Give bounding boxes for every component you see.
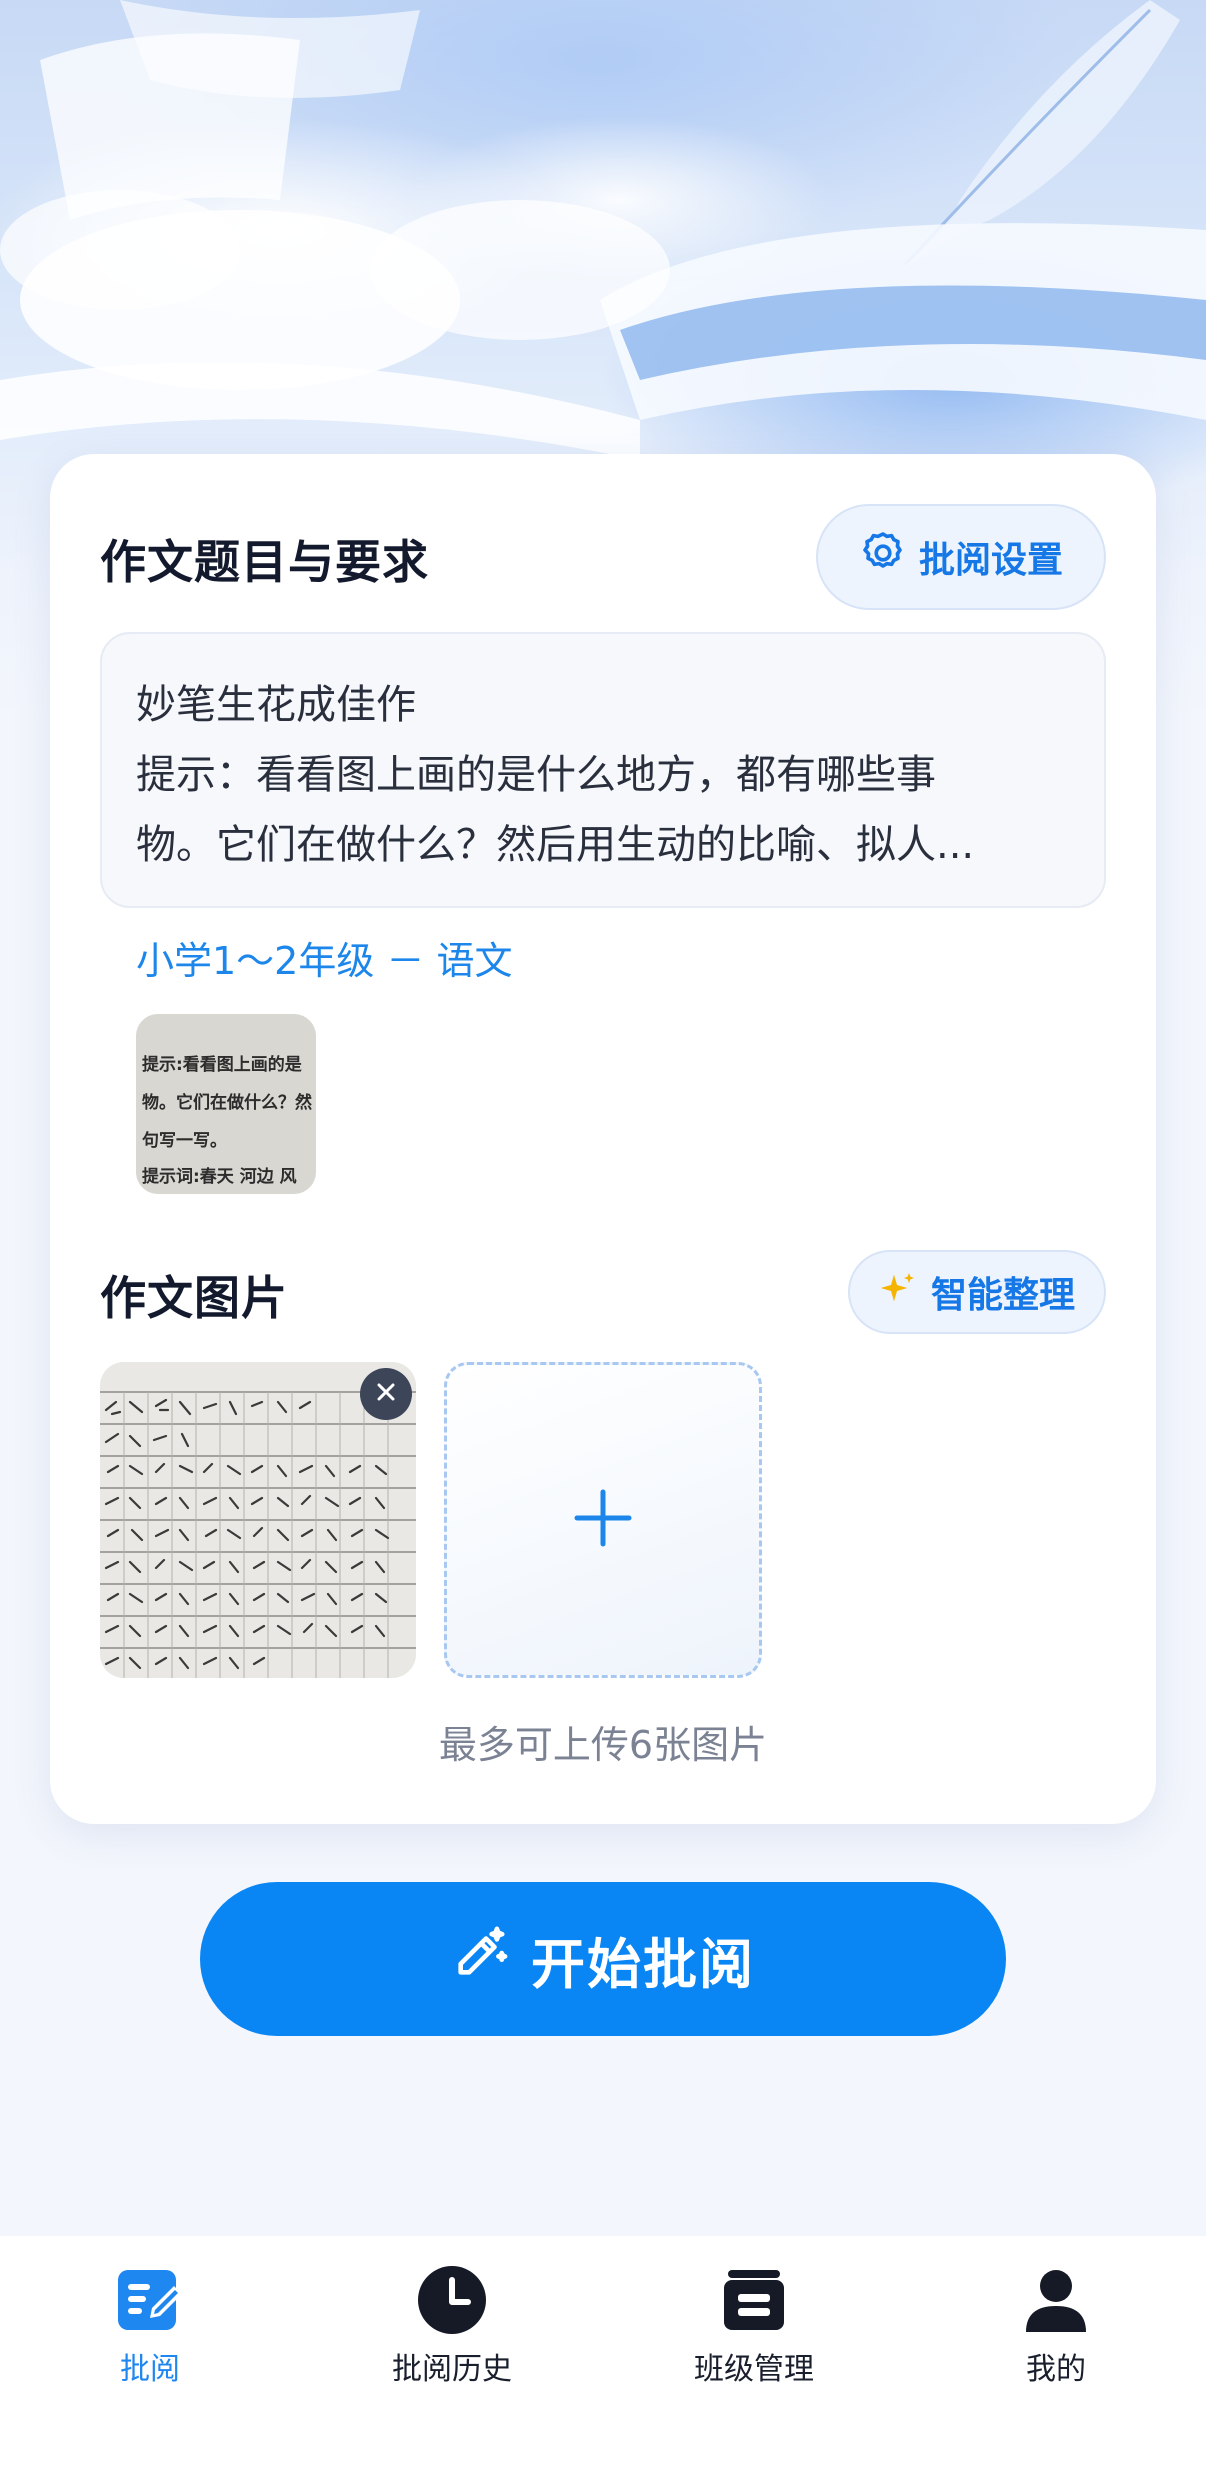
tab-review[interactable]: 批阅 — [0, 2264, 300, 2388]
tab-review-history[interactable]: 批阅历史 — [302, 2264, 602, 2388]
tab-class-management[interactable]: 班级管理 — [604, 2264, 904, 2388]
prompt-image-line: 提示词:春天 河边 风 — [142, 1167, 297, 1187]
user-icon — [1020, 2264, 1092, 2336]
prompt-image-line: 提示:看看图上画的是 — [142, 1055, 302, 1075]
bottom-tab-bar: 批阅 批阅历史 班级管理 我的 — [0, 2236, 1206, 2489]
topic-prompt-image[interactable]: 提示:看看图上画的是 物。它们在做什么？然 句写一写。 提示词:春天 河边 风 — [136, 1014, 316, 1194]
smart-organize-label: 智能整理 — [930, 1275, 1075, 1316]
magic-pen-icon — [451, 1924, 509, 1995]
review-settings-label: 批阅设置 — [918, 540, 1063, 581]
topic-content-box[interactable]: 妙笔生花成佳作 提示：看看图上画的是什么地方，都有哪些事 物。它们在做什么？然后… — [100, 632, 1106, 908]
review-settings-button[interactable]: 批阅设置 — [816, 504, 1106, 610]
tab-review-history-label: 批阅历史 — [392, 2352, 512, 2387]
topic-section-title: 作文题目与要求 — [100, 535, 429, 589]
smart-organize-button[interactable]: 智能整理 — [848, 1250, 1106, 1334]
start-review-label: 开始批阅 — [531, 1932, 755, 1996]
class-icon — [718, 2264, 790, 2336]
main-card: 作文题目与要求 批阅设置 妙笔生花成佳作 提示：看看图上画的是什么地方，都有哪些… — [50, 454, 1156, 1824]
edit-doc-icon — [114, 2264, 186, 2336]
topic-hint-line1: 提示：看看图上画的是什么地方，都有哪些事 — [136, 752, 936, 798]
tab-class-management-label: 班级管理 — [694, 2352, 814, 2387]
sparkle-icon — [879, 1268, 919, 1317]
essay-section-title: 作文图片 — [100, 1271, 288, 1325]
grade-subject-link[interactable]: 小学1～2年级 － 语文 — [136, 930, 513, 985]
gear-icon — [859, 529, 907, 586]
tab-profile[interactable]: 我的 — [906, 2264, 1206, 2388]
clock-icon — [416, 2264, 488, 2336]
remove-image-button[interactable] — [360, 1368, 412, 1420]
prompt-image-line: 句写一写。 — [142, 1131, 227, 1151]
start-review-button[interactable]: 开始批阅 — [200, 1882, 1006, 2036]
add-image-button[interactable] — [444, 1362, 762, 1678]
tab-review-label: 批阅 — [120, 2352, 180, 2387]
topic-title: 妙笔生花成佳作 — [136, 682, 416, 728]
prompt-image-line: 物。它们在做什么？然 — [142, 1093, 312, 1113]
topic-hint-line2: 物。它们在做什么？然后用生动的比喻、拟人... — [136, 822, 975, 868]
upload-limit-hint: 最多可上传6张图片 — [438, 1723, 768, 1767]
close-icon — [374, 1380, 398, 1408]
tab-profile-label: 我的 — [1026, 2352, 1086, 2387]
plus-icon — [573, 1488, 633, 1552]
